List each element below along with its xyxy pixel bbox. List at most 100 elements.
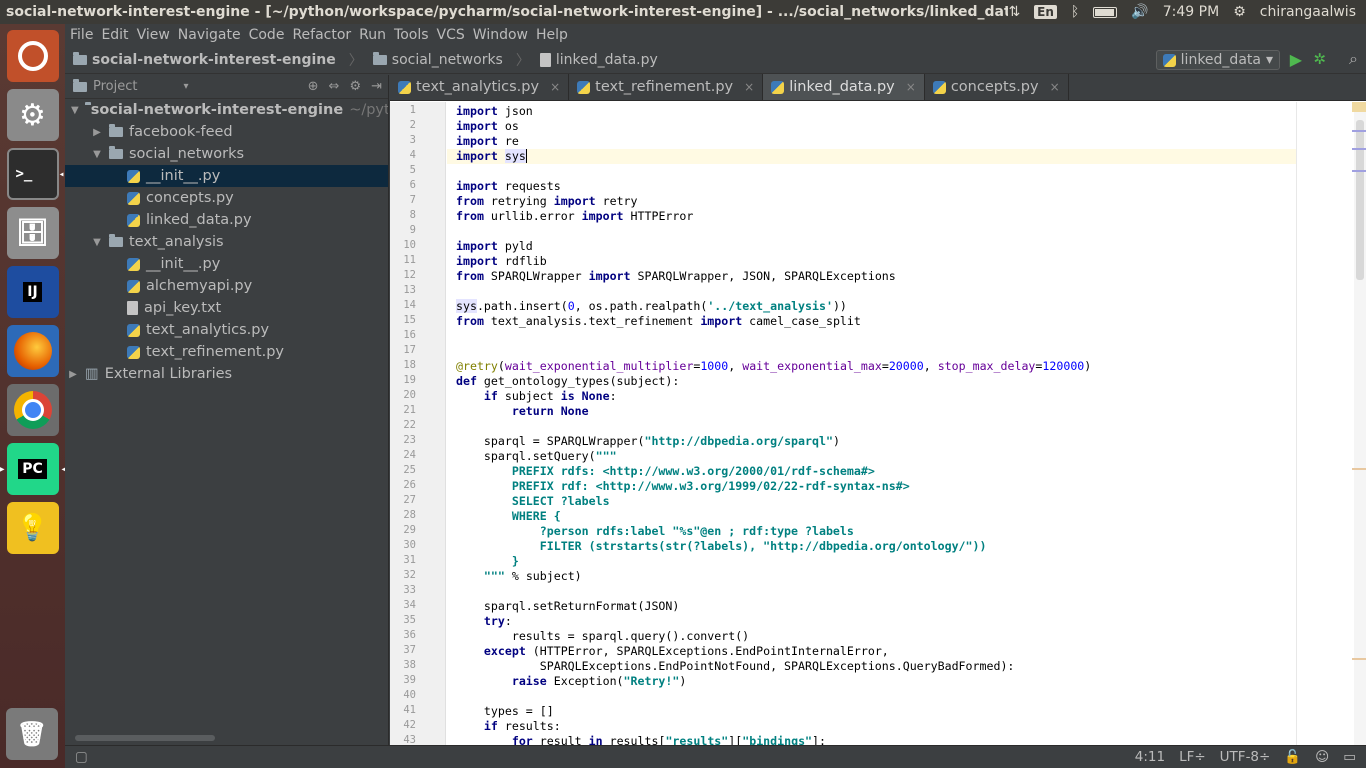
line-number[interactable]: 12 — [390, 269, 416, 281]
line-number[interactable]: 13 — [390, 284, 416, 296]
gear-icon[interactable]: ⚙ — [1233, 4, 1246, 20]
menu-view[interactable]: View — [137, 27, 177, 43]
code-line[interactable]: sparql = SPARQLWrapper("http://dbpedia.o… — [456, 434, 1091, 449]
ideas-lightbulb-icon[interactable]: 💡 — [6, 502, 59, 554]
close-icon[interactable]: × — [1050, 80, 1060, 94]
system-settings-icon[interactable]: ⚙ — [6, 89, 59, 141]
chevron-down-icon[interactable]: ▾ — [183, 81, 188, 92]
tree-item[interactable]: ▼ text_analysis — [65, 231, 388, 253]
intellij-icon[interactable]: IJ — [6, 266, 59, 318]
menu-code[interactable]: Code — [249, 27, 292, 43]
code-line[interactable]: import json — [456, 104, 1091, 119]
code-line[interactable]: def get_ontology_types(subject): — [456, 374, 1091, 389]
tree-item[interactable]: concepts.py — [65, 187, 388, 209]
code-line[interactable]: try: — [456, 614, 1091, 629]
line-number[interactable]: 1 — [390, 104, 416, 116]
line-number[interactable]: 38 — [390, 659, 416, 671]
editor-tab[interactable]: text_analytics.py × — [390, 74, 570, 100]
code-line[interactable]: types = [] — [456, 704, 1091, 719]
menu-tools[interactable]: Tools — [394, 27, 436, 43]
menu-edit[interactable]: Edit — [101, 27, 135, 43]
expand-arrow-icon[interactable]: ▼ — [71, 105, 79, 116]
vertical-scrollbar[interactable] — [1352, 102, 1366, 745]
line-number[interactable]: 11 — [390, 254, 416, 266]
volume-icon[interactable]: 🔊 — [1131, 4, 1148, 20]
breadcrumb-file[interactable]: linked_data.py — [539, 52, 658, 68]
code-line[interactable]: SPARQLExceptions.EndPointNotFound, SPARQ… — [456, 659, 1091, 674]
code-line[interactable] — [456, 224, 1091, 239]
scroll-from-source-icon[interactable]: ⊕ — [308, 79, 319, 94]
code-line[interactable] — [456, 284, 1091, 299]
line-number[interactable]: 33 — [390, 584, 416, 596]
code-line[interactable]: import sys — [456, 149, 1091, 164]
line-number[interactable]: 28 — [390, 509, 416, 521]
analysis-status-icon[interactable] — [1352, 102, 1366, 112]
error-stripe-mark[interactable] — [1352, 148, 1366, 150]
tree-item[interactable]: __init__.py — [65, 165, 388, 187]
scrollbar-thumb[interactable] — [1356, 120, 1364, 280]
line-number[interactable]: 7 — [390, 194, 416, 206]
tree-item[interactable]: api_key.txt — [65, 297, 388, 319]
line-separator[interactable]: LF÷ — [1179, 749, 1206, 765]
line-number[interactable]: 36 — [390, 629, 416, 641]
code-line[interactable]: from urllib.error import HTTPError — [456, 209, 1091, 224]
code-area[interactable]: 1 2 3 4 5 6 7 8 9 10 11 12 13 14 15 16 17 18 19 20 21 22 23 24 2… — [390, 102, 1366, 745]
code-line[interactable]: from text_analysis.text_refinement impor… — [456, 314, 1091, 329]
line-number[interactable]: 15 — [390, 314, 416, 326]
code-line[interactable]: } — [456, 554, 1091, 569]
code-line[interactable]: results = sparql.query().convert() — [456, 629, 1091, 644]
code-line[interactable]: import os — [456, 119, 1091, 134]
files-icon[interactable]: 🗄 — [6, 207, 59, 259]
code-line[interactable]: sparql.setReturnFormat(JSON) — [456, 599, 1091, 614]
line-number[interactable]: 4 — [390, 149, 416, 161]
ubuntu-dash-icon[interactable] — [6, 30, 59, 82]
tree-item-external-libraries[interactable]: ▶ ▥ External Libraries — [65, 363, 388, 385]
line-number[interactable]: 5 — [390, 164, 416, 176]
editor-tab[interactable]: text_refinement.py × — [569, 74, 764, 100]
pycharm-icon[interactable]: PC — [0, 443, 67, 495]
code-line[interactable]: ?person rdfs:label "%s"@en ; rdf:type ?l… — [456, 524, 1091, 539]
expand-arrow-icon[interactable]: ▶ — [91, 127, 103, 138]
line-number[interactable]: 20 — [390, 389, 416, 401]
line-number[interactable]: 2 — [390, 119, 416, 131]
line-number[interactable]: 32 — [390, 569, 416, 581]
code-line[interactable]: import requests — [456, 179, 1091, 194]
breadcrumb-project[interactable]: social-network-interest-engine 〉 — [73, 50, 363, 70]
code-line[interactable]: import re — [456, 134, 1091, 149]
updown-icon[interactable]: ⇅ — [1008, 4, 1020, 20]
menu-vcs[interactable]: VCS — [437, 27, 472, 43]
tree-item[interactable]: linked_data.py — [65, 209, 388, 231]
line-number[interactable]: 34 — [390, 599, 416, 611]
terminal-icon[interactable]: >_ — [6, 148, 65, 200]
close-icon[interactable]: × — [550, 80, 560, 94]
run-icon[interactable]: ▶ — [1290, 50, 1302, 69]
line-number[interactable]: 9 — [390, 224, 416, 236]
code-line[interactable]: PREFIX rdf: <http://www.w3.org/1999/02/2… — [456, 479, 1091, 494]
code-line[interactable]: if subject is None: — [456, 389, 1091, 404]
firefox-icon[interactable] — [6, 325, 59, 377]
tool-windows-toggle-icon[interactable]: ▢ — [65, 749, 88, 765]
code-line[interactable]: WHERE { — [456, 509, 1091, 524]
warning-stripe-mark[interactable] — [1352, 468, 1366, 470]
breadcrumb-folder[interactable]: social_networks 〉 — [372, 50, 530, 70]
line-number[interactable]: 8 — [390, 209, 416, 221]
line-number[interactable]: 42 — [390, 719, 416, 731]
line-number[interactable]: 25 — [390, 464, 416, 476]
user-name[interactable]: chirangaalwis — [1260, 4, 1356, 20]
line-number[interactable]: 35 — [390, 614, 416, 626]
code-line[interactable]: sys.path.insert(0, os.path.realpath('../… — [456, 299, 1091, 314]
line-number[interactable]: 40 — [390, 689, 416, 701]
trash-icon[interactable]: 🗑 — [6, 708, 58, 760]
code-line[interactable]: return None — [456, 404, 1091, 419]
search-icon[interactable]: ⌕ — [1349, 49, 1358, 69]
event-log-icon[interactable]: ▭ — [1343, 749, 1356, 765]
expand-arrow-icon[interactable]: ▼ — [91, 237, 103, 248]
run-configuration-select[interactable]: linked_data ▾ — [1155, 50, 1280, 70]
menu-file[interactable]: File — [70, 27, 100, 43]
code-line[interactable]: if results: — [456, 719, 1091, 734]
debug-bug-icon[interactable]: ✲ — [1313, 50, 1326, 68]
file-encoding[interactable]: UTF-8÷ — [1220, 749, 1271, 765]
menu-help[interactable]: Help — [536, 27, 575, 43]
error-stripe-mark[interactable] — [1352, 170, 1366, 172]
tree-root[interactable]: ▼ social-network-interest-engine ~/pytho — [65, 99, 388, 121]
